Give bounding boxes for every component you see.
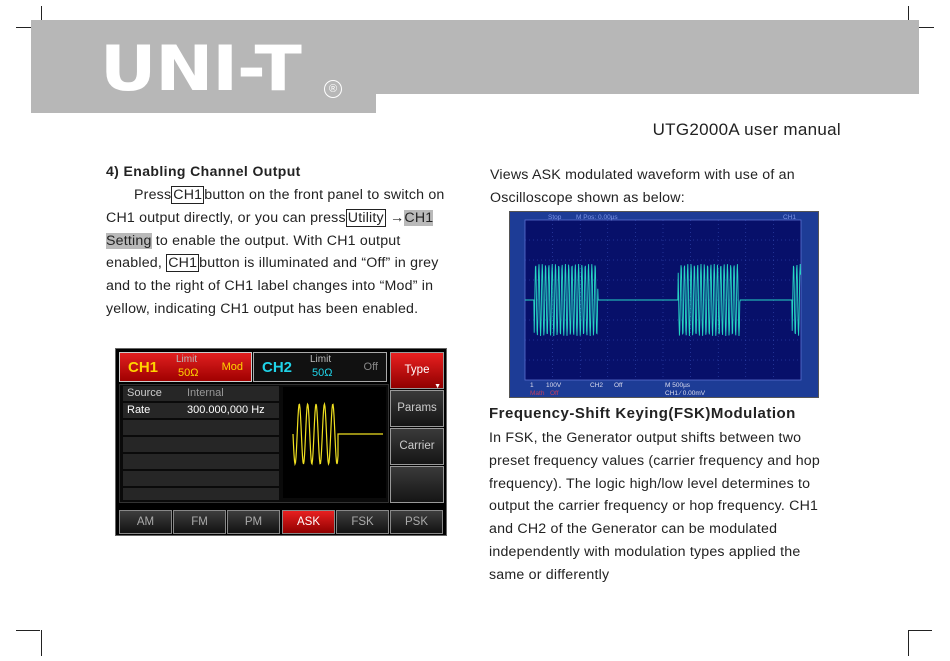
scope-trigger: CH1 ∕ 0.00mV	[665, 390, 706, 397]
section-heading: 4) Enabling Channel Output	[106, 163, 301, 179]
fsk-heading: Frequency-Shift Keying(FSK)Modulation	[489, 405, 796, 422]
tab-fm[interactable]: FM	[173, 510, 226, 534]
ch1-status-tab[interactable]: CH1 Limit 50Ω Mod	[119, 352, 252, 382]
tab-ask[interactable]: ASK	[282, 510, 335, 534]
crop-mark-bottom-left-v	[41, 630, 42, 656]
ch1-setting-ref: CH1	[404, 209, 434, 226]
brand-logo: UNI-T	[100, 32, 302, 105]
registered-mark: ®	[324, 80, 342, 98]
ch1-label: CH1	[128, 359, 159, 376]
tab-am[interactable]: AM	[119, 510, 172, 534]
manual-title: UTG2000A user manual	[652, 120, 841, 139]
ch2-impedance: 50Ω	[312, 367, 333, 379]
modulation-tabs: AM FM PM ASK FSK PSK	[119, 510, 444, 534]
ch1-limit-label: Limit	[176, 354, 198, 365]
crop-mark-bottom-left-h	[16, 630, 40, 631]
tab-psk[interactable]: PSK	[390, 510, 443, 534]
param-row-empty	[123, 437, 279, 452]
oscilloscope-screenshot: Stop M Pos: 0.00µs CH1 1 100V CH2 Off M …	[509, 211, 819, 398]
scope-mpos-label: M Pos: 0.00µs	[576, 214, 618, 221]
utility-key-ref: Utility	[345, 208, 386, 227]
fsk-paragraph: In FSK, the Generator output shifts betw…	[489, 430, 820, 583]
scope-ch2-state: Off	[614, 382, 623, 389]
ch1-key-ref: CH1	[171, 186, 205, 204]
softkey-blank[interactable]	[390, 466, 444, 503]
softkey-params[interactable]: Params	[390, 390, 444, 427]
ch2-status-tab[interactable]: CH2 Limit 50Ω Off	[253, 352, 387, 382]
param-row-empty	[123, 488, 279, 500]
ch2-limit-label: Limit	[310, 354, 332, 365]
param-row-empty	[123, 454, 279, 469]
scope-ch-label: CH1	[783, 214, 796, 221]
setting-ref: Setting	[106, 232, 152, 249]
ch1-impedance: 50Ω	[178, 367, 199, 379]
scope-math-label: Math	[530, 390, 545, 397]
param-row-source[interactable]: Source Internal	[123, 386, 279, 401]
softkey-type[interactable]: Type ▼	[390, 352, 444, 390]
scope-math-state: Off	[550, 390, 559, 397]
ch1-state: Mod	[221, 361, 243, 373]
tab-pm[interactable]: PM	[227, 510, 280, 534]
softkey-carrier[interactable]: Carrier	[390, 428, 444, 465]
ch2-state: Off	[363, 361, 378, 373]
scope-svg: Stop M Pos: 0.00µs CH1 1 100V CH2 Off M …	[524, 214, 802, 397]
ask-wave-svg	[292, 401, 383, 467]
tab-fsk[interactable]: FSK	[336, 510, 389, 534]
enable-output-paragraph: Press CH1 button on the front panel to swi…	[106, 186, 445, 317]
scope-ch1-marker: 1	[530, 382, 534, 389]
ask-scope-intro: Views ASK modulated waveform with use of…	[490, 167, 795, 206]
param-row-empty	[123, 420, 279, 435]
param-panel: Source Internal Rate 300.000,000 Hz	[119, 384, 389, 503]
scope-ch2-label: CH2	[590, 382, 603, 389]
param-row-rate[interactable]: Rate 300.000,000 Hz	[123, 403, 279, 418]
ch2-label: CH2	[262, 359, 293, 376]
scope-stop-label: Stop	[548, 214, 562, 221]
crop-mark-bottom-right-h	[908, 630, 932, 631]
crop-mark-bottom-right-v	[908, 630, 909, 656]
scope-time-scale: M 500µs	[665, 382, 691, 389]
generator-screen: CH1 Limit 50Ω Mod CH2 Limit 50Ω Off Type…	[115, 348, 447, 536]
param-row-empty	[123, 471, 279, 486]
ask-waveform-preview	[283, 387, 386, 498]
scope-ch1-scale: 100V	[546, 382, 562, 389]
ch1-key-ref-2: CH1	[166, 254, 200, 273]
